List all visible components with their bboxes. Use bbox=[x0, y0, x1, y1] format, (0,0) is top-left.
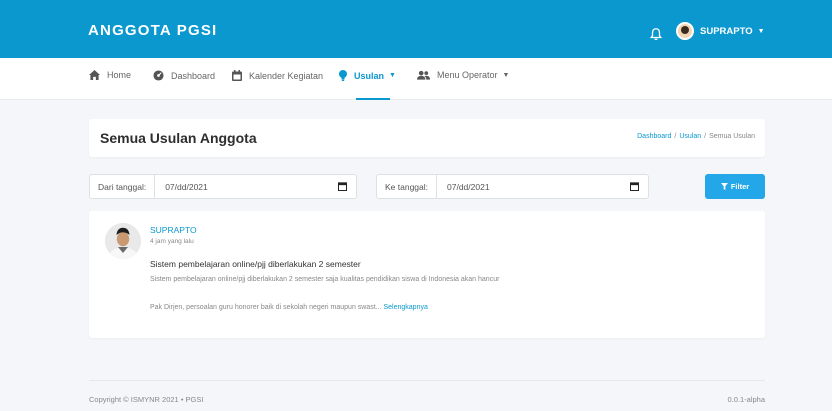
date-to-group: Ke tanggal: bbox=[376, 174, 649, 199]
author-avatar[interactable] bbox=[105, 223, 141, 259]
filter-button-label: Filter bbox=[730, 182, 750, 191]
breadcrumb-usulan[interactable]: Usulan bbox=[679, 133, 701, 140]
footer-version: 0.0.1-alpha bbox=[727, 395, 765, 404]
breadcrumb-separator: / bbox=[674, 133, 677, 140]
breadcrumb-current: Semua Usulan bbox=[709, 133, 755, 140]
nav-label: Dashboard bbox=[171, 70, 216, 81]
calendar-icon[interactable] bbox=[630, 182, 639, 191]
page-title: Semua Usulan Anggota bbox=[100, 130, 257, 146]
nav-label: Kalender Kegiatan bbox=[249, 70, 324, 81]
post-author-link[interactable]: SUPRAPTO bbox=[150, 225, 197, 235]
user-menu[interactable]: SUPRAPTO ▼ bbox=[676, 22, 765, 40]
users-icon bbox=[417, 70, 430, 80]
bell-icon[interactable] bbox=[649, 27, 663, 41]
filter-button[interactable]: Filter bbox=[705, 174, 765, 199]
nav-item-home[interactable]: Home bbox=[89, 70, 131, 80]
footer-copyright: Copyright © ISMYNR 2021 • PGSI bbox=[89, 395, 204, 404]
usulan-post-card: SUPRAPTO 4 jam yang lalu Sistem pembelaj… bbox=[89, 211, 765, 338]
user-name: SUPRAPTO bbox=[700, 25, 753, 37]
user-avatar bbox=[676, 22, 694, 40]
page-header-card: Semua Usulan Anggota Dashboard / Usulan … bbox=[89, 119, 765, 157]
date-to-label: Ke tanggal: bbox=[377, 175, 438, 198]
date-from-group: Dari tanggal: bbox=[89, 174, 357, 199]
post-more-text: Pak Dirjen, persoalan guru honorer baik … bbox=[150, 304, 428, 311]
main-navbar: Home Dashboard Kalender Kegiatan Usulan … bbox=[0, 58, 832, 100]
nav-label: Home bbox=[107, 70, 132, 80]
chevron-down-icon: ▼ bbox=[757, 27, 765, 35]
calendar-icon[interactable] bbox=[338, 182, 347, 191]
nav-item-menu-operator[interactable]: Menu Operator ▼ bbox=[417, 70, 509, 80]
breadcrumb-dashboard[interactable]: Dashboard bbox=[637, 133, 671, 140]
chevron-down-icon: ▼ bbox=[502, 71, 510, 79]
top-header: ANGGOTA PGSI SUPRAPTO ▼ bbox=[0, 0, 832, 58]
nav-item-dashboard[interactable]: Dashboard bbox=[153, 70, 215, 81]
nav-label: Menu Operator bbox=[437, 70, 498, 80]
post-excerpt: Sistem pembelajaran online/pjj diberlaku… bbox=[150, 276, 500, 283]
post-preview: Pak Dirjen, persoalan guru honorer baik … bbox=[150, 304, 382, 311]
breadcrumb-separator: / bbox=[704, 133, 707, 140]
nav-label: Usulan bbox=[354, 70, 385, 81]
date-from-label: Dari tanggal: bbox=[90, 175, 156, 198]
nav-item-kalender[interactable]: Kalender Kegiatan bbox=[232, 70, 323, 81]
brand-title[interactable]: ANGGOTA PGSI bbox=[88, 22, 217, 39]
calendar-icon bbox=[232, 70, 242, 81]
filter-icon bbox=[720, 183, 728, 190]
read-more-link[interactable]: Selengkapnya bbox=[383, 304, 427, 311]
footer-divider bbox=[89, 380, 765, 381]
avatar-photo bbox=[105, 223, 141, 259]
nav-item-usulan[interactable]: Usulan ▼ bbox=[339, 70, 396, 81]
lightbulb-icon bbox=[339, 70, 347, 81]
home-icon bbox=[89, 70, 100, 80]
active-tab-indicator bbox=[356, 98, 390, 100]
date-to-input[interactable] bbox=[437, 175, 630, 198]
dashboard-icon bbox=[153, 70, 164, 81]
chevron-down-icon: ▼ bbox=[389, 72, 396, 79]
post-title: Sistem pembelajaran online/pjj diberlaku… bbox=[150, 259, 361, 269]
date-from-input[interactable] bbox=[155, 175, 338, 198]
breadcrumb: Dashboard / Usulan / Semua Usulan bbox=[637, 133, 755, 140]
post-timestamp: 4 jam yang lalu bbox=[150, 238, 194, 245]
